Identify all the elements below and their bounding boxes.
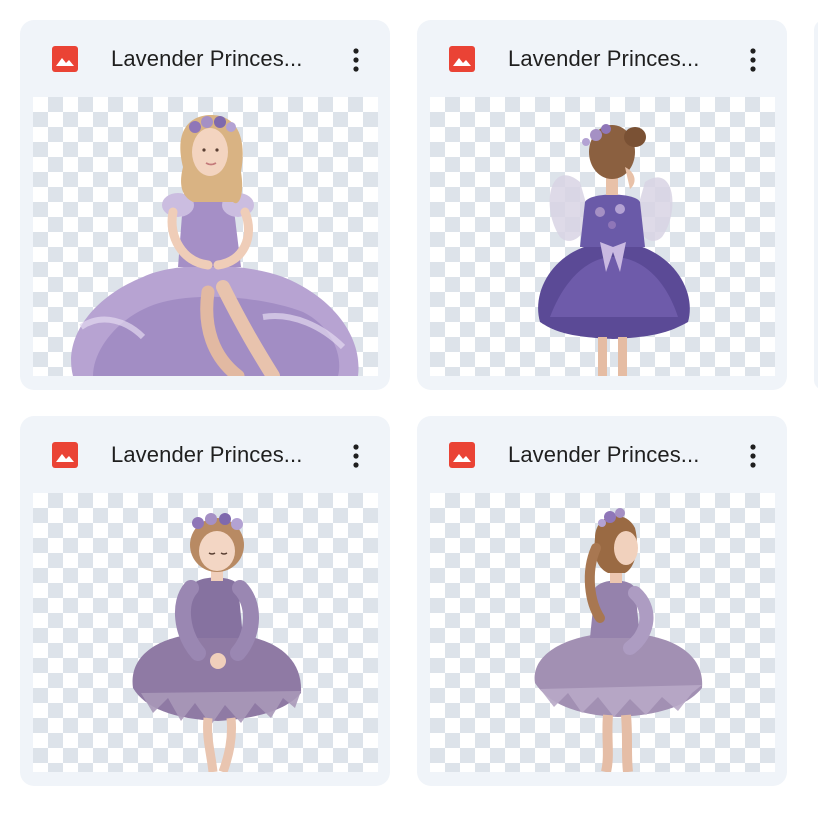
more-options-button[interactable] (735, 42, 771, 78)
girl-back-fairy-wings-dress-image (538, 124, 690, 376)
file-thumbnail[interactable] (430, 97, 775, 376)
file-card-header: Lavender Princes... (20, 20, 390, 97)
girl-sitting-lavender-gown-image (71, 115, 359, 376)
file-card[interactable]: Lavender Princes... (417, 20, 787, 390)
more-options-button[interactable] (735, 438, 771, 474)
file-name[interactable]: Lavender Princes... (111, 441, 321, 469)
file-name[interactable]: Lavender Princes... (508, 441, 718, 469)
image-icon (52, 46, 78, 72)
file-card[interactable]: Lavender Princes... (20, 416, 390, 786)
file-thumbnail[interactable] (33, 493, 378, 772)
image-icon (52, 442, 78, 468)
more-vert-icon (750, 48, 756, 72)
file-card-header: Lavender Princes... (417, 20, 787, 97)
file-name[interactable]: Lavender Princes... (111, 45, 321, 73)
image-icon (449, 46, 475, 72)
file-grid: Lavender Princes... Lavender Princes... … (0, 0, 818, 814)
girl-profile-tutu-dress-image (534, 508, 703, 772)
file-name[interactable]: Lavender Princes... (508, 45, 718, 73)
more-vert-icon (750, 444, 756, 468)
more-options-button[interactable] (338, 438, 374, 474)
file-thumbnail[interactable] (430, 493, 775, 772)
more-vert-icon (353, 444, 359, 468)
more-options-button[interactable] (338, 42, 374, 78)
file-card[interactable]: Lavender Princes... (20, 20, 390, 390)
girl-flower-crown-tutu-image (132, 513, 302, 772)
file-thumbnail[interactable] (33, 97, 378, 376)
next-file-card-edge (814, 20, 818, 390)
file-card-header: Lavender Princes... (20, 416, 390, 493)
file-card[interactable]: Lavender Princes... (417, 416, 787, 786)
file-card-header: Lavender Princes... (417, 416, 787, 493)
image-icon (449, 442, 475, 468)
more-vert-icon (353, 48, 359, 72)
